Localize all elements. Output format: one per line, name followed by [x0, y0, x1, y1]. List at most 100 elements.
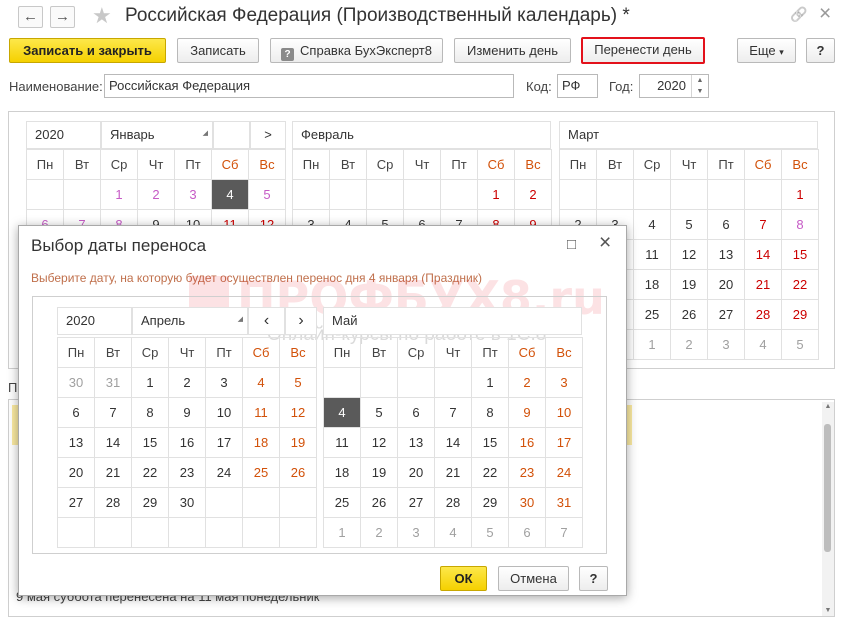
day-cell[interactable]: 3 [205, 367, 243, 398]
day-cell[interactable] [744, 179, 782, 210]
favorite-star-icon[interactable]: ★ [92, 3, 112, 29]
day-cell[interactable]: 8 [471, 397, 509, 428]
day-cell[interactable]: 3 [707, 329, 745, 360]
day-cell[interactable]: 12 [360, 427, 398, 458]
day-cell[interactable] [242, 517, 280, 548]
day-cell[interactable] [242, 487, 280, 518]
day-cell[interactable]: 6 [57, 397, 95, 428]
scroll-down-icon[interactable]: ▼ [822, 606, 834, 616]
day-cell[interactable]: 26 [279, 457, 317, 488]
maximize-icon[interactable]: □ [567, 236, 576, 253]
day-cell[interactable]: 27 [707, 299, 745, 330]
day-cell[interactable]: 17 [205, 427, 243, 458]
day-cell[interactable] [360, 367, 398, 398]
day-cell[interactable]: 25 [323, 487, 361, 518]
back-button[interactable]: ← [18, 6, 43, 28]
day-cell[interactable]: 5 [360, 397, 398, 428]
day-cell[interactable]: 24 [205, 457, 243, 488]
day-cell[interactable]: 31 [94, 367, 132, 398]
spinner-up-icon[interactable]: ▲ [692, 75, 708, 86]
day-cell[interactable]: 28 [434, 487, 472, 518]
day-cell[interactable]: 28 [744, 299, 782, 330]
day-cell[interactable]: 2 [670, 329, 708, 360]
dialog-prev-month-button[interactable]: ‹ [248, 307, 285, 335]
day-cell[interactable]: 26 [360, 487, 398, 518]
selected-day-cell[interactable]: 4 [323, 397, 361, 428]
day-cell[interactable]: 14 [94, 427, 132, 458]
day-cell[interactable]: 20 [707, 269, 745, 300]
day-cell[interactable]: 28 [94, 487, 132, 518]
day-cell[interactable]: 18 [323, 457, 361, 488]
ok-button[interactable]: ОК [440, 566, 487, 591]
day-cell[interactable]: 17 [545, 427, 583, 458]
day-cell[interactable] [94, 517, 132, 548]
day-cell[interactable]: 14 [434, 427, 472, 458]
day-cell[interactable] [559, 179, 597, 210]
selected-day-cell[interactable]: 4 [211, 179, 249, 210]
name-field[interactable]: Российская Федерация [104, 74, 514, 98]
day-cell[interactable]: 12 [279, 397, 317, 428]
window-close-icon[interactable]: × [819, 2, 831, 26]
day-cell[interactable]: 2 [168, 367, 206, 398]
day-cell[interactable]: 13 [397, 427, 435, 458]
dialog-help-button[interactable]: ? [579, 566, 608, 591]
day-cell[interactable]: 15 [781, 239, 819, 270]
day-cell[interactable]: 19 [670, 269, 708, 300]
spinner-down-icon[interactable]: ▼ [692, 86, 708, 97]
day-cell[interactable]: 3 [397, 517, 435, 548]
day-cell[interactable]: 15 [131, 427, 169, 458]
day-cell[interactable]: 5 [248, 179, 286, 210]
day-cell[interactable]: 24 [545, 457, 583, 488]
day-cell[interactable]: 1 [477, 179, 515, 210]
day-cell[interactable] [205, 517, 243, 548]
day-cell[interactable] [279, 487, 317, 518]
dialog-next-month-button[interactable]: › [285, 307, 317, 335]
day-cell[interactable]: 22 [131, 457, 169, 488]
day-cell[interactable]: 15 [471, 427, 509, 458]
day-cell[interactable]: 30 [57, 367, 95, 398]
more-button[interactable]: Еще ▾ [737, 38, 796, 63]
day-cell[interactable]: 6 [508, 517, 546, 548]
year-spinner[interactable]: ▲ ▼ [691, 75, 708, 97]
day-cell[interactable] [633, 179, 671, 210]
jan-year-field[interactable]: 2020 [26, 121, 101, 149]
day-cell[interactable]: 23 [508, 457, 546, 488]
scrollbar-thumb[interactable] [824, 424, 831, 552]
day-cell[interactable] [323, 367, 361, 398]
day-cell[interactable]: 27 [397, 487, 435, 518]
day-cell[interactable]: 12 [670, 239, 708, 270]
day-cell[interactable]: 2 [137, 179, 175, 210]
day-cell[interactable]: 8 [131, 397, 169, 428]
jan-month-select[interactable]: Январь ◢ [101, 121, 213, 149]
day-cell[interactable]: 29 [781, 299, 819, 330]
day-cell[interactable]: 22 [471, 457, 509, 488]
day-cell[interactable]: 2 [514, 179, 552, 210]
help-question-button[interactable]: ? [806, 38, 835, 63]
day-cell[interactable]: 31 [545, 487, 583, 518]
day-cell[interactable]: 10 [205, 397, 243, 428]
day-cell[interactable]: 20 [397, 457, 435, 488]
day-cell[interactable] [329, 179, 367, 210]
dialog-month-select[interactable]: Апрель ◢ [132, 307, 248, 335]
dialog-close-icon[interactable]: × [599, 231, 611, 255]
day-cell[interactable]: 30 [168, 487, 206, 518]
day-cell[interactable]: 18 [242, 427, 280, 458]
day-cell[interactable]: 1 [131, 367, 169, 398]
change-day-button[interactable]: Изменить день [454, 38, 571, 63]
day-cell[interactable] [596, 179, 634, 210]
day-cell[interactable] [57, 517, 95, 548]
day-cell[interactable]: 5 [279, 367, 317, 398]
day-cell[interactable]: 19 [279, 427, 317, 458]
day-cell[interactable]: 29 [471, 487, 509, 518]
day-cell[interactable]: 5 [781, 329, 819, 360]
day-cell[interactable] [131, 517, 169, 548]
day-cell[interactable]: 1 [471, 367, 509, 398]
day-cell[interactable]: 4 [434, 517, 472, 548]
day-cell[interactable] [63, 179, 101, 210]
day-cell[interactable] [279, 517, 317, 548]
day-cell[interactable]: 25 [242, 457, 280, 488]
day-cell[interactable]: 23 [168, 457, 206, 488]
day-cell[interactable]: 9 [508, 397, 546, 428]
day-cell[interactable] [403, 179, 441, 210]
day-cell[interactable]: 5 [471, 517, 509, 548]
